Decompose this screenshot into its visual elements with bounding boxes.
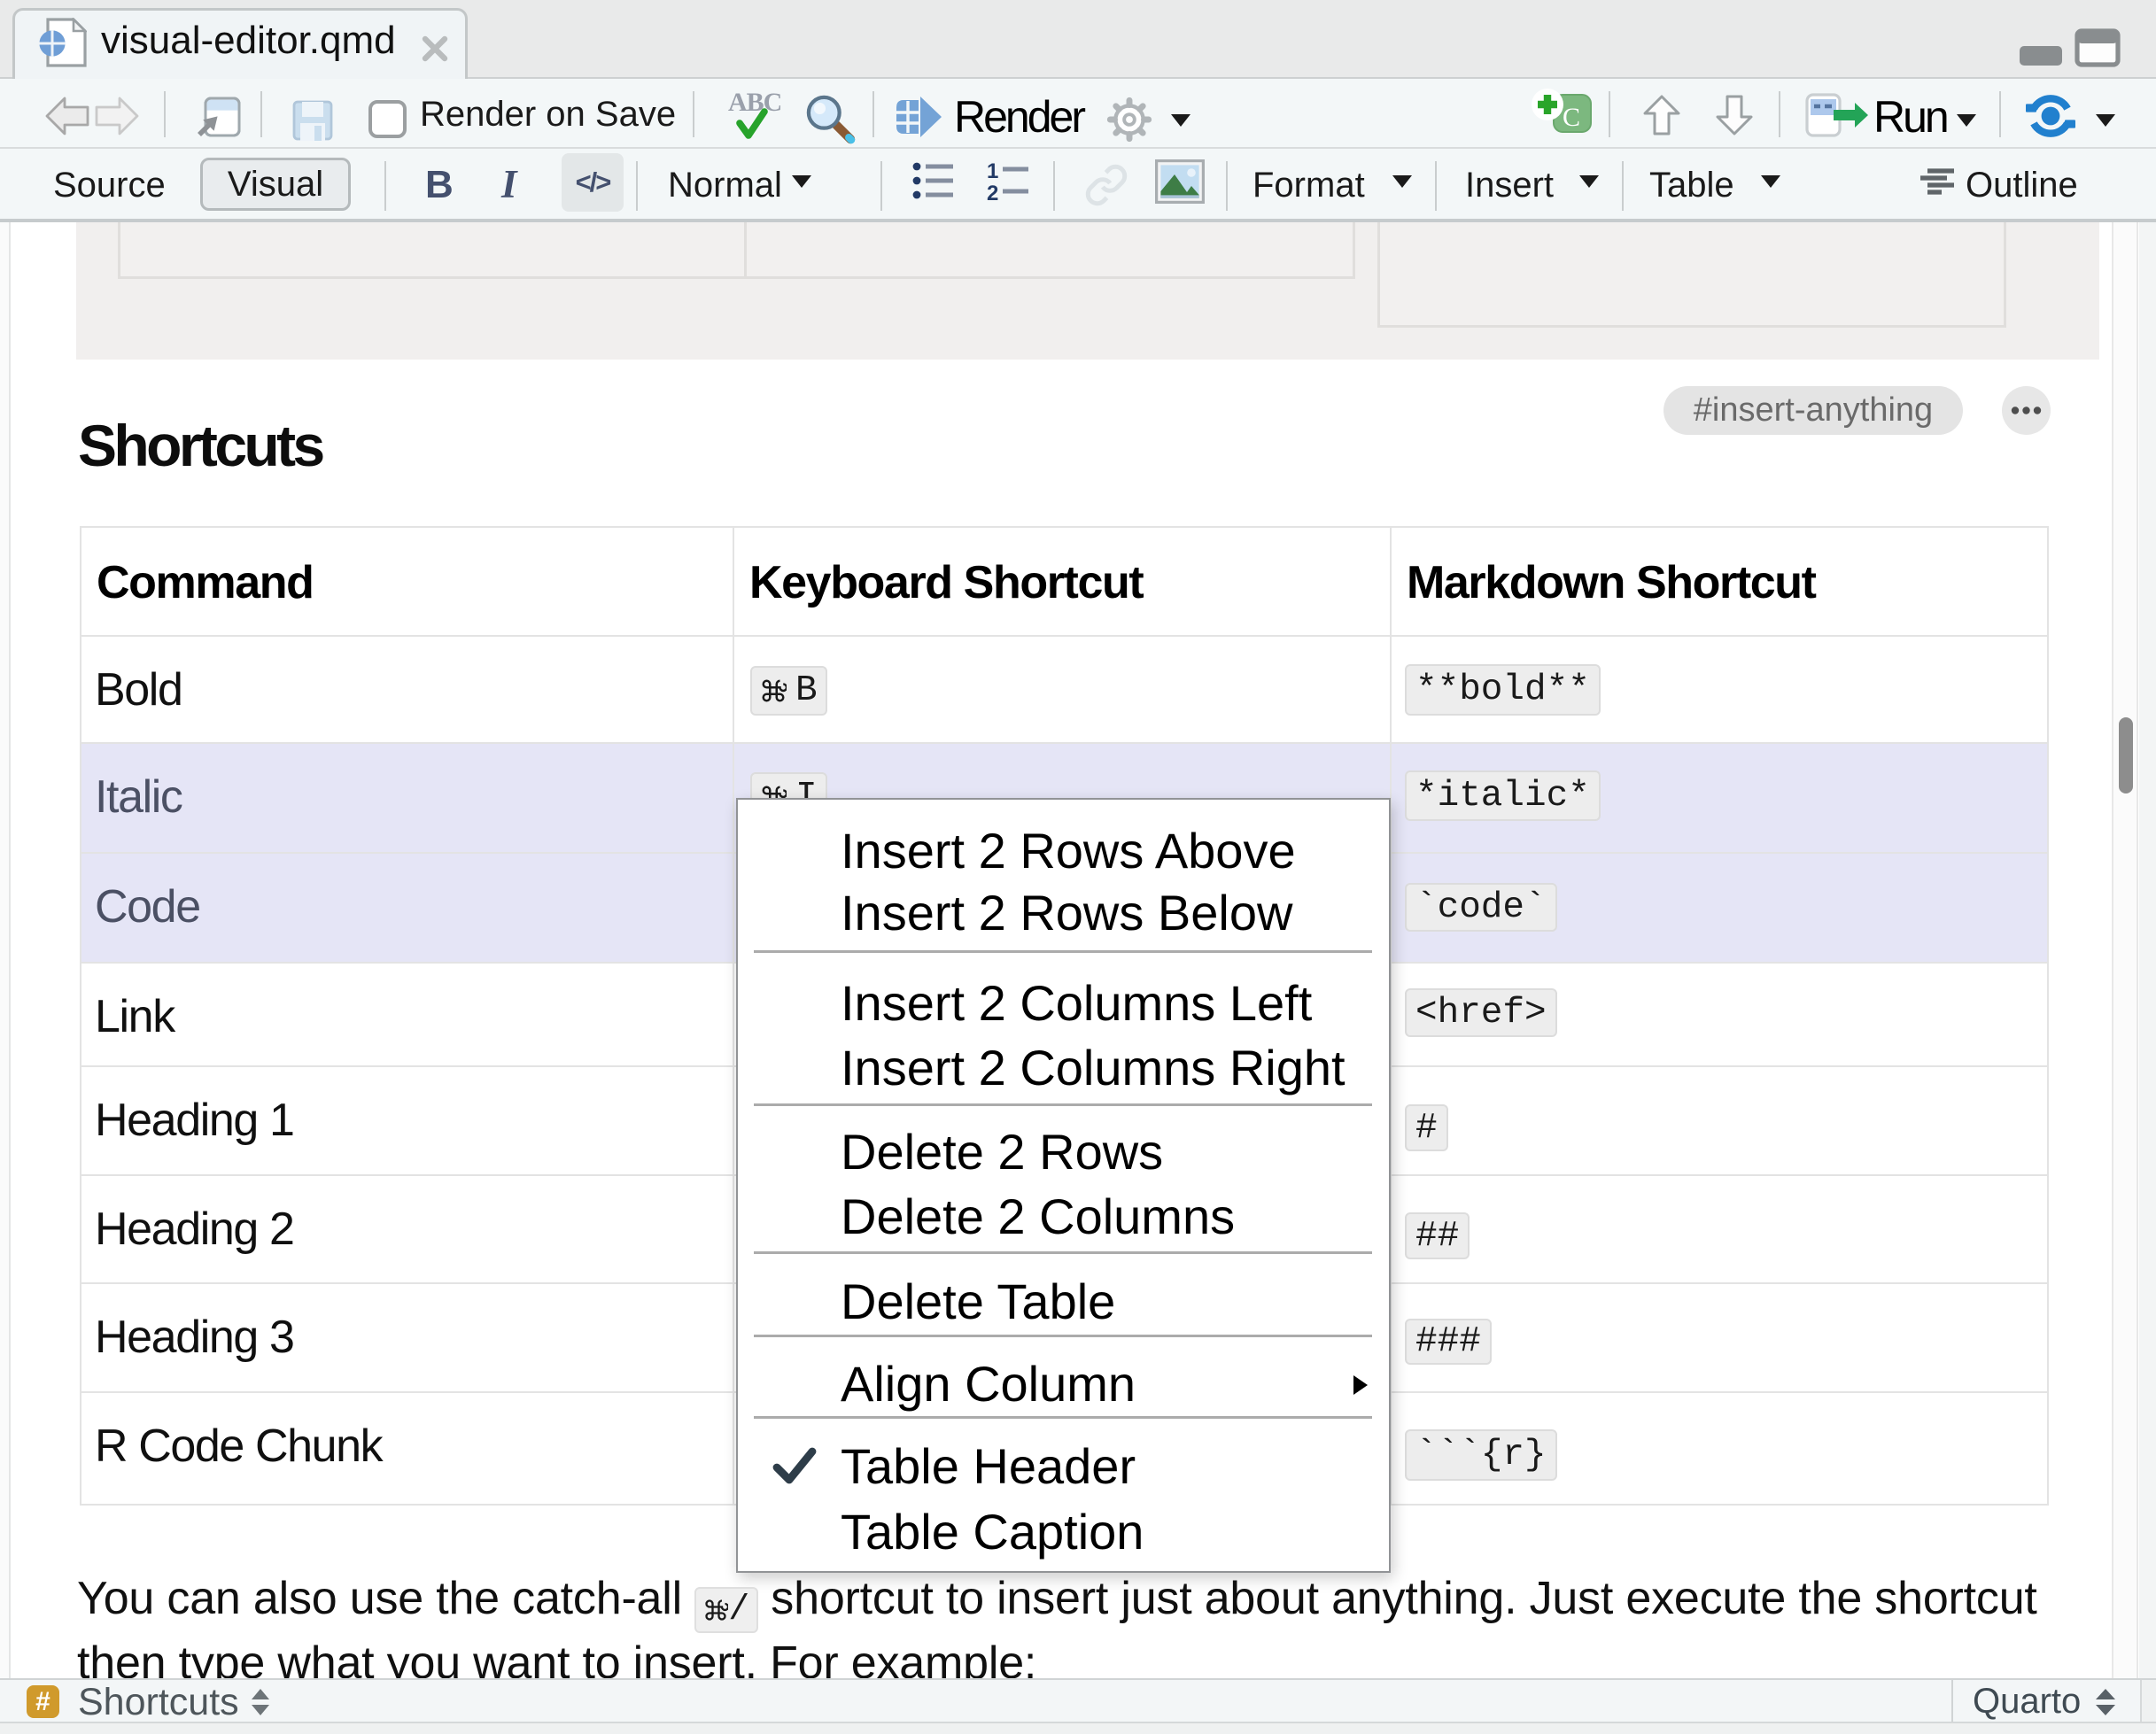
- svg-text:C: C: [1563, 103, 1580, 132]
- svg-text:ABC: ABC: [728, 89, 781, 117]
- svg-text:1: 1: [987, 159, 998, 183]
- svg-text:2: 2: [987, 182, 998, 202]
